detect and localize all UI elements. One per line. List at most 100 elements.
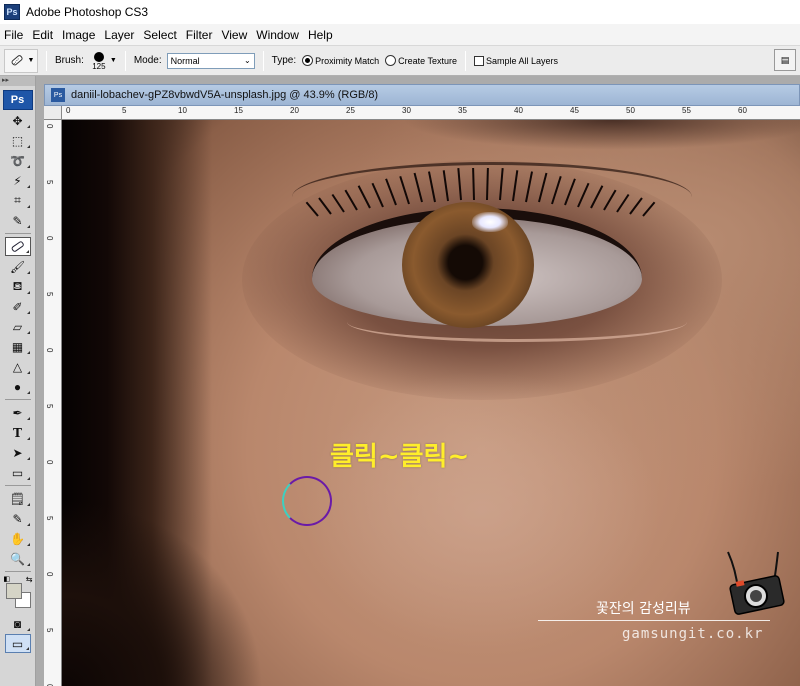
- separator: [262, 50, 264, 71]
- annotation-text: 클릭~클릭~: [330, 442, 470, 472]
- history-brush-tool-icon[interactable]: ✐: [5, 297, 31, 316]
- eyedropper-tool-icon[interactable]: ✎: [5, 509, 31, 528]
- menu-help[interactable]: Help: [304, 28, 338, 42]
- marquee-tool-icon[interactable]: ⬚: [5, 131, 31, 150]
- brush-size-value: 125: [92, 61, 106, 71]
- notes-tool-icon[interactable]: 🗒: [5, 489, 31, 508]
- ruler-top-label: 35: [458, 106, 467, 115]
- eraser-tool-icon[interactable]: ▱: [5, 317, 31, 336]
- spot-healing-brush-icon: [11, 54, 23, 65]
- brush-label: Brush:: [55, 55, 84, 66]
- title-bar: Ps Adobe Photoshop CS3: [0, 0, 800, 24]
- ruler-left-label: 5: [45, 404, 54, 409]
- menu-edit[interactable]: Edit: [28, 28, 58, 42]
- ruler-top-label: 10: [178, 106, 187, 115]
- magic-wand-tool-icon[interactable]: ⚡: [5, 171, 31, 190]
- separator: [465, 50, 466, 71]
- menu-layer[interactable]: Layer: [100, 28, 139, 42]
- ruler-top-label: 50: [626, 106, 635, 115]
- ruler-origin[interactable]: [44, 106, 62, 120]
- shape-tool-icon[interactable]: ▭: [5, 463, 31, 482]
- ps-badge-icon[interactable]: Ps: [2, 90, 33, 110]
- ruler-left-label: 0: [45, 460, 54, 465]
- toolbox-grip[interactable]: ▸▸: [0, 76, 35, 86]
- menu-select[interactable]: Select: [139, 28, 181, 42]
- foreground-color-swatch[interactable]: [5, 583, 22, 599]
- ruler-left-label: 0: [45, 124, 54, 129]
- separator: [4, 485, 31, 486]
- brush-picker[interactable]: 125: [90, 51, 108, 71]
- slice-tool-icon[interactable]: ✎: [5, 211, 31, 230]
- watermark-url: gamsungit.co.kr: [622, 626, 764, 642]
- ruler-left-label: 0: [45, 348, 54, 353]
- type-create-texture-radio[interactable]: [385, 55, 397, 66]
- pen-tool-icon[interactable]: ✒: [5, 403, 31, 422]
- separator: [46, 50, 47, 71]
- quick-mask-icon[interactable]: ◙: [5, 614, 31, 633]
- options-bar: ▼ Brush: 125 ▼ Mode: Normal ⌄ Type: Prox…: [0, 46, 800, 76]
- hand-tool-icon[interactable]: ✋: [5, 529, 31, 548]
- screen-mode-icon[interactable]: ▭: [4, 634, 31, 653]
- ruler-top-label: 15: [234, 106, 243, 115]
- mode-select[interactable]: Normal ⌄: [166, 52, 255, 69]
- ruler-left-label: 5: [45, 516, 54, 521]
- ruler-vertical[interactable]: 05050505050: [44, 120, 62, 686]
- crop-tool-icon[interactable]: ⌗: [5, 191, 31, 210]
- move-tool-icon[interactable]: ✥: [5, 111, 31, 130]
- type-create-texture-label[interactable]: Create Texture: [398, 56, 457, 66]
- sample-all-layers-checkbox[interactable]: [474, 55, 484, 66]
- separator: [4, 399, 31, 400]
- document-window: Ps daniil-lobachev-gPZ8vbwdV5A-unsplash.…: [44, 84, 800, 686]
- ruler-left-label: 5: [45, 180, 54, 185]
- clone-stamp-tool-icon[interactable]: ⛾: [5, 277, 31, 296]
- app-title: Adobe Photoshop CS3: [26, 5, 149, 19]
- ruler-left-label: 0: [45, 236, 54, 241]
- default-colors-icon[interactable]: ◧: [4, 575, 11, 583]
- type-proximity-match-radio[interactable]: [302, 55, 314, 66]
- type-tool-icon[interactable]: T: [5, 423, 31, 442]
- dodge-tool-icon[interactable]: ●: [5, 377, 31, 396]
- menu-window[interactable]: Window: [252, 28, 304, 42]
- tool-preset-picker[interactable]: ▼: [4, 48, 38, 73]
- chevron-down-icon: ⌄: [243, 56, 251, 65]
- watermark-divider: [538, 620, 770, 621]
- zoom-tool-icon[interactable]: 🔍: [5, 549, 31, 568]
- gradient-tool-icon[interactable]: ▦: [5, 337, 31, 356]
- ruler-top-label: 5: [122, 106, 127, 115]
- blur-tool-icon[interactable]: △: [5, 357, 31, 376]
- ruler-horizontal[interactable]: 0 5 10 15 20 25 30 35 40 45 50 55 60: [62, 106, 800, 120]
- color-swatches: ◧ ⇆: [3, 575, 33, 613]
- type-proximity-match-label[interactable]: Proximity Match: [315, 56, 379, 66]
- watermark-brand: 꽃잔의 감성리뷰: [596, 601, 691, 617]
- path-selection-tool-icon[interactable]: ➤: [5, 443, 31, 462]
- menu-file[interactable]: File: [0, 28, 28, 42]
- ruler-top-label: 25: [346, 106, 355, 115]
- document-tab[interactable]: Ps daniil-lobachev-gPZ8vbwdV5A-unsplash.…: [44, 84, 800, 106]
- menu-image[interactable]: Image: [58, 28, 100, 42]
- ruler-left-label: 0: [45, 572, 54, 577]
- ruler-top-label: 40: [514, 106, 523, 115]
- mode-select-value: Normal: [170, 55, 200, 66]
- spot-healing-brush-tool-icon[interactable]: [4, 237, 31, 256]
- sample-all-layers-label[interactable]: Sample All Layers: [486, 56, 558, 66]
- lasso-tool-icon[interactable]: ➰: [5, 151, 31, 170]
- ruler-top-label: 20: [290, 106, 299, 115]
- document-ps-icon: Ps: [51, 88, 65, 102]
- brush-tool-icon[interactable]: 🖌: [5, 257, 31, 276]
- menu-bar: File Edit Image Layer Select Filter View…: [0, 24, 800, 46]
- ruler-top-label: 30: [402, 106, 411, 115]
- separator: [4, 571, 31, 572]
- eye-catchlight: [472, 212, 508, 232]
- type-label: Type:: [271, 55, 297, 66]
- menu-filter[interactable]: Filter: [182, 28, 218, 42]
- palette-well-icon[interactable]: ▤: [774, 49, 796, 71]
- ruler-left-label: 5: [45, 628, 54, 633]
- ruler-top-label: 0: [66, 106, 71, 115]
- ruler-top-label: 55: [682, 106, 691, 115]
- menu-view[interactable]: View: [217, 28, 252, 42]
- swap-colors-icon[interactable]: ⇆: [26, 575, 33, 584]
- brush-cursor-circle: [282, 476, 332, 526]
- image-canvas[interactable]: 클릭~클릭~ 꽃잔의 감성리뷰 gamsungit.co.kr: [62, 120, 800, 686]
- separator: [124, 50, 126, 71]
- brush-dropdown-arrow-icon[interactable]: ▼: [110, 57, 117, 64]
